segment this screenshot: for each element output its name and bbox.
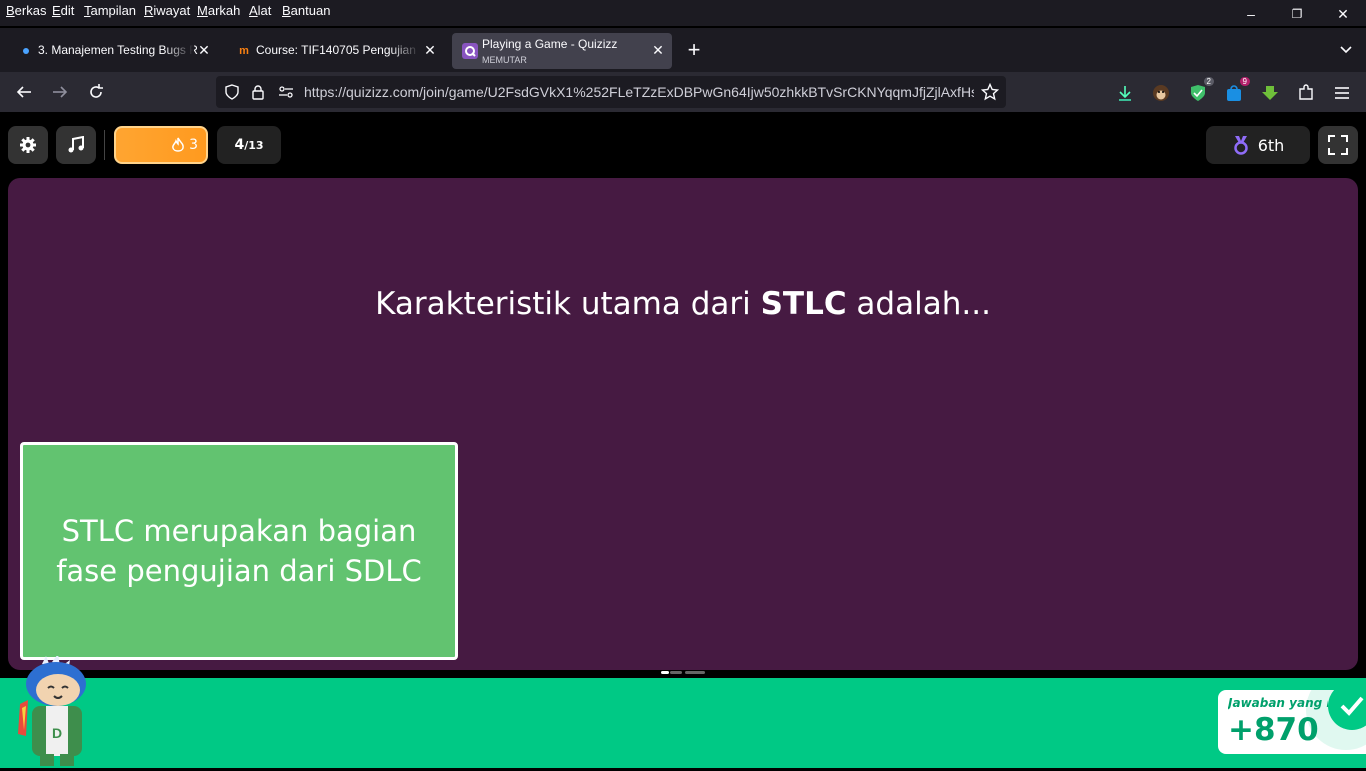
extension-badge: 9 — [1239, 77, 1250, 86]
menu-bar: Berkas Edit Tampilan Riwayat Markah Alat… — [0, 0, 1366, 26]
quizizz-game-page: 3 4/13 6th Karakteristik utama dari STLC… — [0, 112, 1366, 768]
close-tab-icon[interactable]: ✕ — [650, 42, 666, 58]
flame-icon — [172, 137, 184, 152]
score-label: Jawaban yang b — [1228, 696, 1328, 710]
quizizz-icon — [462, 43, 478, 59]
pagination-dot — [670, 671, 682, 674]
forward-arrow-icon — [53, 86, 68, 98]
new-tab-button[interactable]: + — [680, 36, 708, 64]
fullscreen-button[interactable] — [1318, 126, 1358, 164]
menu-alat[interactable]: Alat — [249, 3, 271, 18]
menu-bantuan[interactable]: Bantuan — [282, 3, 330, 18]
question-bold-term: STLC — [760, 286, 847, 322]
restore-button[interactable]: ❐ — [1274, 0, 1320, 28]
question-suffix: adalah... — [846, 286, 991, 322]
menu-berkas[interactable]: Berkas — [6, 3, 46, 18]
reload-button[interactable] — [82, 78, 110, 106]
answer-text: STLC merupakan bagian fase pengujian dar… — [56, 514, 422, 588]
green-arrow-extension-icon[interactable] — [1259, 82, 1281, 104]
forward-button[interactable] — [46, 78, 74, 106]
lock-icon[interactable] — [248, 82, 268, 102]
feedback-bar: D Jawaban yang b +870 — [0, 654, 1366, 768]
monkey-extension-icon[interactable] — [1150, 82, 1172, 104]
music-button[interactable] — [56, 126, 96, 164]
streak-count: 3 — [189, 137, 198, 153]
question-prefix: Karakteristik utama dari — [375, 286, 761, 322]
download-icon[interactable] — [1114, 82, 1136, 104]
close-window-button[interactable]: ✕ — [1320, 0, 1366, 28]
question-counter: 4/13 — [217, 126, 281, 164]
bookmark-star-icon[interactable] — [980, 82, 1000, 102]
question-current: 4 — [234, 137, 245, 153]
streak-indicator: 3 — [114, 126, 208, 164]
fullscreen-icon — [1328, 135, 1348, 155]
medal-icon — [1233, 136, 1248, 155]
bag-extension-icon[interactable]: 9 — [1223, 77, 1250, 104]
music-note-icon — [68, 136, 84, 153]
puzzle-icon[interactable] — [1295, 82, 1317, 104]
tab-title: Playing a Game - Quizizz — [482, 37, 618, 51]
rank-badge: 6th — [1206, 126, 1310, 164]
pagination-dot — [685, 671, 705, 674]
settings-button[interactable] — [8, 126, 48, 164]
answer-option-correct[interactable]: STLC merupakan bagian fase pengujian dar… — [20, 442, 458, 660]
back-button[interactable] — [10, 78, 38, 106]
score-points: +870 — [1228, 712, 1319, 748]
pagination-dots — [661, 671, 707, 675]
tab-manajemen-testing[interactable]: 3. Manajemen Testing Bugs Rep ✕ — [8, 33, 218, 69]
list-tabs-button[interactable] — [1332, 36, 1360, 64]
tab-quizizz[interactable]: Playing a Game - Quizizz MEMUTAR ✕ — [452, 33, 672, 69]
tracking-shield-icon[interactable] — [222, 82, 242, 102]
menu-tampilan[interactable]: Tampilan — [84, 3, 136, 18]
moodle-icon: m — [239, 45, 249, 57]
close-tab-icon[interactable]: ✕ — [196, 42, 212, 58]
minimize-button[interactable]: – — [1228, 0, 1274, 28]
close-tab-icon[interactable]: ✕ — [422, 42, 438, 58]
reload-icon — [90, 84, 103, 98]
navigation-bar: https://quizizz.com/join/game/U2FsdGVkX1… — [0, 72, 1366, 112]
svg-text:D: D — [52, 725, 62, 741]
tab-subtitle: MEMUTAR — [482, 55, 527, 65]
question-panel: Karakteristik utama dari STLC adalah... … — [8, 178, 1358, 670]
tab-course-pengujian[interactable]: m Course: TIF140705 Pengujian Pe ✕ — [226, 33, 444, 69]
chevron-down-icon — [1340, 46, 1352, 54]
tab-bar: 3. Manajemen Testing Bugs Rep ✕ m Course… — [0, 28, 1366, 72]
url-bar[interactable]: https://quizizz.com/join/game/U2FsdGVkX1… — [216, 76, 1006, 108]
url-text[interactable]: https://quizizz.com/join/game/U2FsdGVkX1… — [304, 84, 974, 100]
score-card: Jawaban yang b +870 — [1218, 690, 1366, 754]
menu-markah[interactable]: Markah — [197, 3, 240, 18]
hamburger-menu-icon[interactable] — [1331, 82, 1353, 104]
pagination-dot-active — [661, 671, 669, 674]
back-arrow-icon — [16, 86, 31, 98]
player-avatar: D — [12, 654, 98, 766]
question-total: /13 — [244, 138, 264, 152]
extension-badge: 2 — [1203, 77, 1214, 86]
generic-tab-icon — [18, 43, 34, 59]
rank-text: 6th — [1257, 135, 1285, 155]
menu-riwayat[interactable]: Riwayat — [144, 3, 190, 18]
permissions-icon[interactable] — [276, 82, 296, 102]
shield-extension-icon[interactable]: 2 — [1187, 77, 1214, 104]
question-text: Karakteristik utama dari STLC adalah... — [8, 286, 1358, 322]
menu-edit[interactable]: Edit — [52, 3, 74, 18]
gear-icon — [20, 137, 36, 153]
toolbar-divider — [104, 130, 105, 160]
